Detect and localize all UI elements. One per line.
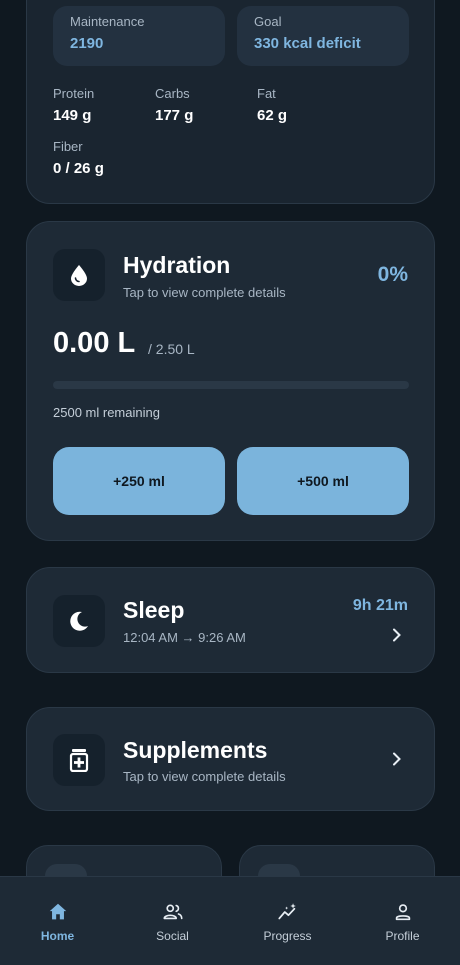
macro-fat: Fat 62 g <box>257 86 287 124</box>
macro-value: 149 g <box>53 107 92 124</box>
macro-value: 177 g <box>155 107 194 124</box>
hydration-remaining: 2500 ml remaining <box>53 405 160 420</box>
maintenance-box: Maintenance 2190 <box>53 6 225 66</box>
nav-social[interactable]: Social <box>115 877 230 965</box>
macro-label: Carbs <box>155 86 190 101</box>
macro-value: 0 / 26 g <box>53 160 104 177</box>
macro-label: Protein <box>53 86 95 101</box>
nutrition-card[interactable]: Maintenance 2190 Goal 330 kcal deficit P… <box>26 0 435 204</box>
people-icon <box>162 904 183 920</box>
home-icon <box>49 903 66 920</box>
supplements-subtitle: Tap to view complete details <box>123 769 286 784</box>
supplements-title: Supplements <box>123 737 268 763</box>
trending-icon <box>277 903 296 920</box>
hydration-subtitle: Tap to view complete details <box>123 285 286 300</box>
hydration-progress-bar <box>53 381 409 389</box>
hydration-title: Hydration <box>123 252 231 278</box>
nav-label: Social <box>156 929 189 943</box>
chevron-right-icon[interactable] <box>390 628 404 642</box>
nav-label: Profile <box>385 929 420 943</box>
hydration-amount: 0.00 L <box>53 327 136 359</box>
sleep-title: Sleep <box>123 597 185 623</box>
goal-value: 330 kcal deficit <box>254 35 361 52</box>
nav-progress[interactable]: Progress <box>230 877 345 965</box>
sleep-duration: 9h 21m <box>352 597 408 614</box>
hydration-goal: / 2.50 L <box>148 341 195 357</box>
macro-protein: Protein 149 g <box>53 86 94 124</box>
medicine-bottle-icon <box>69 749 89 772</box>
maintenance-value: 2190 <box>70 35 104 52</box>
macro-fiber: Fiber 0 / 26 g <box>53 139 104 177</box>
add-500ml-button[interactable]: +500 ml <box>237 447 409 515</box>
nav-label: Home <box>40 929 75 943</box>
bottom-navigation: Home Social Progress Profile <box>0 876 460 965</box>
macro-label: Fiber <box>53 139 83 154</box>
hydration-icon-tile <box>53 249 105 301</box>
add-250ml-button[interactable]: +250 ml <box>53 447 225 515</box>
hydration-card[interactable]: Hydration Tap to view complete details 0… <box>26 221 435 541</box>
nav-label: Progress <box>263 929 312 943</box>
sleep-icon-tile <box>53 595 105 647</box>
sleep-time-range: 12:04 AM → 9:26 AM <box>123 630 246 645</box>
nav-home[interactable]: Home <box>0 877 115 965</box>
supplements-card[interactable]: Supplements Tap to view complete details <box>26 707 435 811</box>
water-drop-icon <box>71 265 87 286</box>
moon-icon <box>70 611 88 631</box>
goal-label: Goal <box>254 14 282 29</box>
hydration-percent: 0% <box>377 263 408 286</box>
supplements-icon-tile <box>53 734 105 786</box>
nav-profile[interactable]: Profile <box>345 877 460 965</box>
sleep-card[interactable]: Sleep 12:04 AM → 9:26 AM 9h 21m <box>26 567 435 673</box>
maintenance-label: Maintenance <box>70 14 145 29</box>
chevron-right-icon[interactable] <box>390 752 404 766</box>
goal-box: Goal 330 kcal deficit <box>237 6 409 66</box>
macro-value: 62 g <box>257 107 288 124</box>
person-icon <box>395 904 410 921</box>
macro-carbs: Carbs 177 g <box>155 86 193 124</box>
macro-label: Fat <box>257 86 276 101</box>
